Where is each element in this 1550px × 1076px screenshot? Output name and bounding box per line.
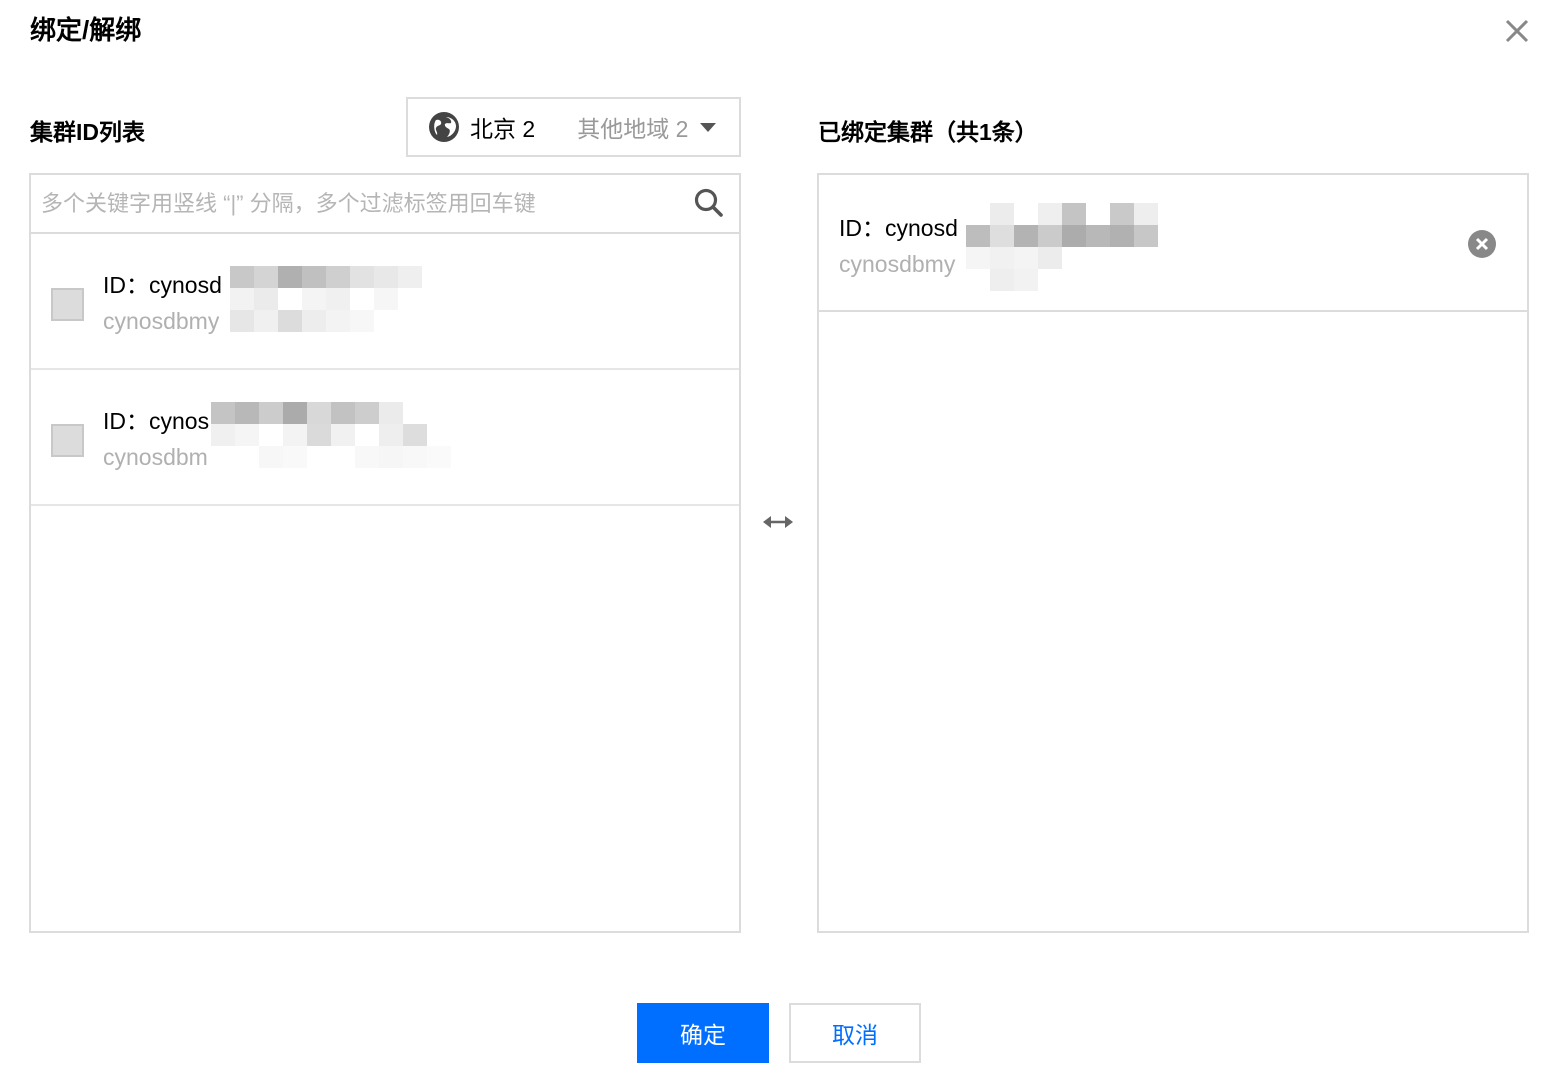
cluster-checkbox[interactable] xyxy=(51,424,84,457)
list-item: ID：cynosd cynosdbmy xyxy=(819,175,1527,312)
list-item[interactable]: ID：cynosd cynosdbmy xyxy=(31,234,739,370)
confirm-button[interactable]: 确定 xyxy=(637,1003,769,1063)
remove-circle-icon[interactable] xyxy=(1467,229,1497,259)
current-region: 北京 2 xyxy=(470,116,536,142)
dialog-title: 绑定/解绑 xyxy=(30,15,142,45)
cluster-list-title: 集群ID列表 xyxy=(30,119,145,145)
chevron-down-icon xyxy=(700,122,717,132)
cluster-name: cynosdbmy xyxy=(839,251,956,277)
cluster-id: ID：cynosd xyxy=(103,272,222,298)
cancel-button[interactable]: 取消 xyxy=(789,1003,921,1063)
list-item[interactable]: ID：cynos cynosdbm xyxy=(31,370,739,506)
search-icon[interactable] xyxy=(693,187,725,219)
bound-clusters-panel: ID：cynosd cynosdbmy xyxy=(817,173,1529,933)
cluster-list-panel: ID：cynosd cynosdbmy ID：cynos cyno xyxy=(29,173,741,933)
close-icon[interactable] xyxy=(1500,14,1534,48)
cluster-checkbox[interactable] xyxy=(51,288,84,321)
search-input[interactable] xyxy=(41,190,681,217)
cluster-name: cynosdbm xyxy=(103,444,208,470)
other-region: 其他地域 2 xyxy=(577,116,689,142)
cluster-id: ID：cynos xyxy=(103,408,210,434)
bound-clusters-title: 已绑定集群（共1条） xyxy=(818,119,1038,145)
cluster-id: ID：cynosd xyxy=(839,215,958,241)
region-selector[interactable]: 北京 2 其他地域 2 xyxy=(406,97,741,157)
globe-icon xyxy=(429,112,459,142)
cluster-name: cynosdbmy xyxy=(103,308,220,334)
bidirectional-arrow-icon xyxy=(763,516,793,528)
search-bar xyxy=(31,175,739,234)
